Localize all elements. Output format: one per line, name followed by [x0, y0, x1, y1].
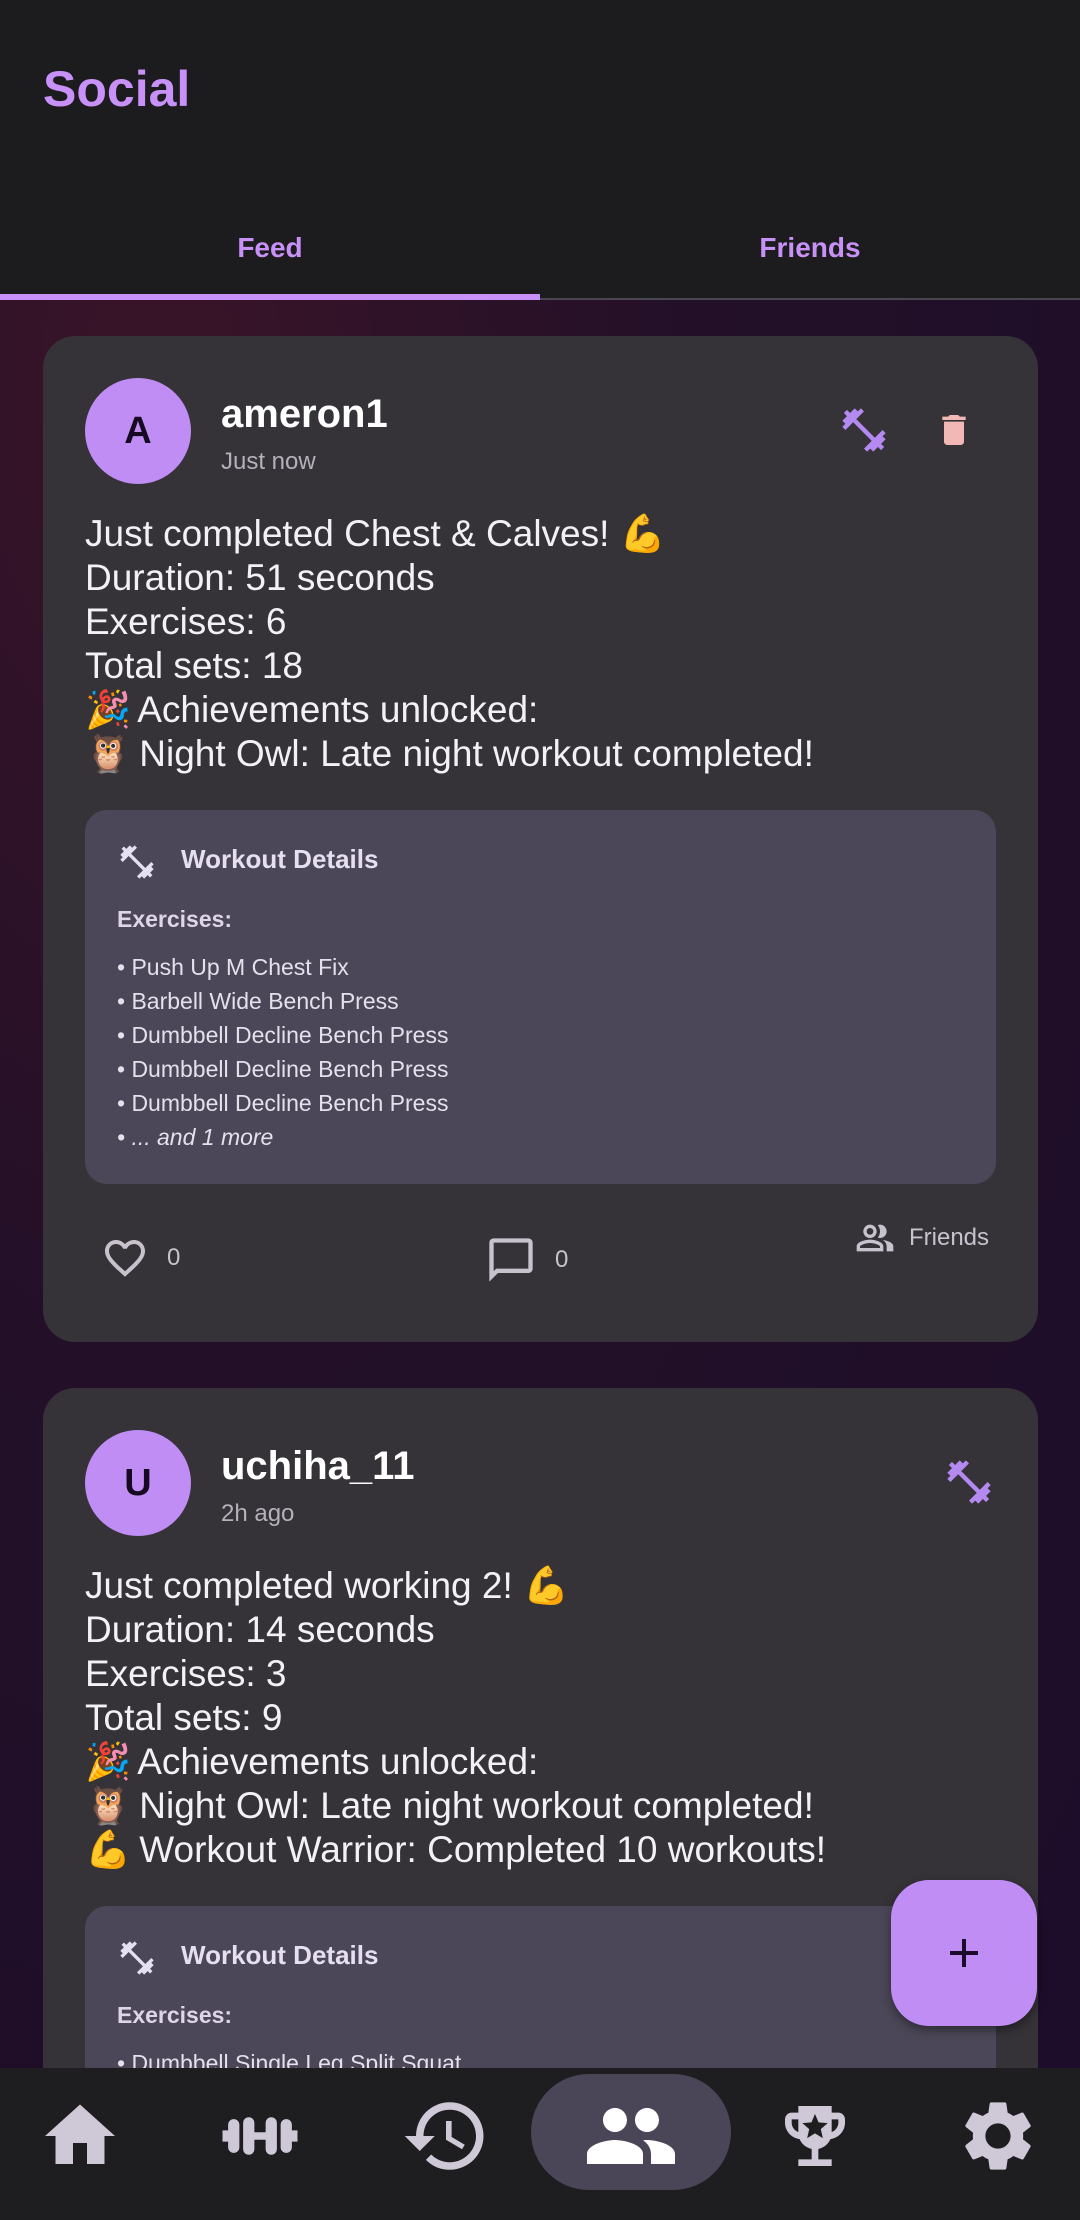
post-line: Total sets: 18 — [85, 645, 304, 686]
party-emoji: 🎉 — [85, 689, 132, 730]
nav-achievements[interactable] — [745, 2078, 885, 2194]
like-count: 0 — [167, 1244, 181, 1271]
post-line: Exercises: 6 — [85, 601, 287, 642]
owl-emoji: 🦉 — [85, 1785, 132, 1826]
nav-social[interactable] — [561, 2078, 701, 2194]
heart-icon — [105, 1240, 145, 1277]
create-post-button[interactable] — [891, 1880, 1037, 2026]
post-body: Just completed Chest & Calves! 💪 Duratio… — [85, 512, 1005, 776]
post-line: 🎉 Achievements unlocked: — [85, 689, 539, 730]
party-emoji: 🎉 — [85, 1741, 132, 1782]
group-icon — [856, 1224, 894, 1252]
post-time: 2h ago — [221, 1500, 295, 1527]
comment-icon — [489, 1238, 533, 1282]
muscle-emoji: 💪 — [85, 1829, 132, 1870]
people-icon — [587, 2108, 675, 2164]
workout-details-panel[interactable]: Workout Details Exercises: • Dumbbell Si… — [85, 1906, 996, 2068]
history-icon — [404, 2102, 484, 2170]
details-title: Workout Details — [181, 844, 379, 874]
tab-bar: Feed Friends — [0, 200, 1080, 301]
post-body: Just completed working 2! 💪 Duration: 14… — [85, 1564, 1005, 1872]
post-card: A ameron1 Just now Just completed Chest … — [43, 336, 1038, 1342]
post-line: Exercises: 3 — [85, 1653, 287, 1694]
nav-home[interactable] — [10, 2078, 150, 2194]
dumbbell-icon — [117, 842, 157, 882]
list-item: • Dumbbell Decline Bench Press — [117, 1022, 449, 1048]
post-username[interactable]: ameron1 — [221, 392, 388, 437]
avatar[interactable]: A — [85, 378, 191, 484]
comment-count: 0 — [555, 1246, 569, 1273]
exercise-list: • Dumbbell Single Leg Split Squat — [117, 2046, 461, 2068]
post-line: Duration: 51 seconds — [85, 557, 435, 598]
workout-dumbbell-icon[interactable] — [939, 1452, 999, 1512]
home-icon — [45, 2104, 115, 2164]
post-line: Duration: 14 seconds — [85, 1609, 435, 1650]
post-username[interactable]: uchiha_11 — [221, 1444, 414, 1489]
tab-friends[interactable]: Friends — [540, 200, 1080, 296]
dumbbell-icon — [222, 2117, 298, 2155]
visibility-badge: Friends — [855, 1218, 989, 1258]
exercises-label: Exercises: — [117, 2002, 233, 2028]
settings-icon — [965, 2102, 1031, 2170]
list-item: • Barbell Wide Bench Press — [117, 988, 399, 1014]
page-title: Social — [43, 61, 191, 117]
like-button[interactable]: 0 — [101, 1234, 180, 1282]
feed-list[interactable]: A ameron1 Just now Just completed Chest … — [0, 300, 1080, 2068]
dumbbell-icon — [117, 1938, 157, 1978]
plus-icon — [950, 1939, 978, 1967]
visibility-label: Friends — [909, 1224, 990, 1251]
more-exercises: • ... and 1 more — [117, 1124, 274, 1150]
post-line: Just completed working 2! 💪 — [85, 1565, 570, 1606]
tab-feed[interactable]: Feed — [0, 200, 540, 296]
post-card: U uchiha_11 2h ago Just completed workin… — [43, 1388, 1038, 2068]
list-item: • Dumbbell Decline Bench Press — [117, 1056, 449, 1082]
workout-dumbbell-icon[interactable] — [834, 400, 894, 460]
top-app-bar: Social Feed Friends — [0, 0, 1080, 301]
nav-workout[interactable] — [190, 2078, 330, 2194]
post-line: Just completed Chest & Calves! 💪 — [85, 513, 666, 554]
details-title: Workout Details — [181, 1940, 379, 1970]
owl-emoji: 🦉 — [85, 733, 132, 774]
bottom-navigation — [0, 2068, 1080, 2220]
trophy-icon — [785, 2106, 845, 2166]
list-item: • Push Up M Chest Fix — [117, 954, 349, 980]
post-time: Just now — [221, 448, 316, 475]
post-line: 💪 Workout Warrior: Completed 10 workouts… — [85, 1829, 827, 1870]
nav-settings[interactable] — [928, 2078, 1068, 2194]
list-item: • Dumbbell Decline Bench Press — [117, 1090, 449, 1116]
avatar[interactable]: U — [85, 1430, 191, 1536]
delete-icon[interactable] — [924, 400, 984, 460]
comment-button[interactable]: 0 — [485, 1234, 568, 1286]
exercise-list: • Push Up M Chest Fix • Barbell Wide Ben… — [117, 950, 448, 1154]
exercises-label: Exercises: — [117, 906, 233, 932]
post-line: 🎉 Achievements unlocked: — [85, 1741, 539, 1782]
workout-details-panel[interactable]: Workout Details Exercises: • Push Up M C… — [85, 810, 996, 1184]
post-line: Total sets: 9 — [85, 1697, 283, 1738]
post-line: 🦉 Night Owl: Late night workout complete… — [85, 1785, 814, 1826]
post-line: 🦉 Night Owl: Late night workout complete… — [85, 733, 814, 774]
nav-history[interactable] — [376, 2078, 516, 2194]
list-item: • Dumbbell Single Leg Split Squat — [117, 2050, 462, 2068]
